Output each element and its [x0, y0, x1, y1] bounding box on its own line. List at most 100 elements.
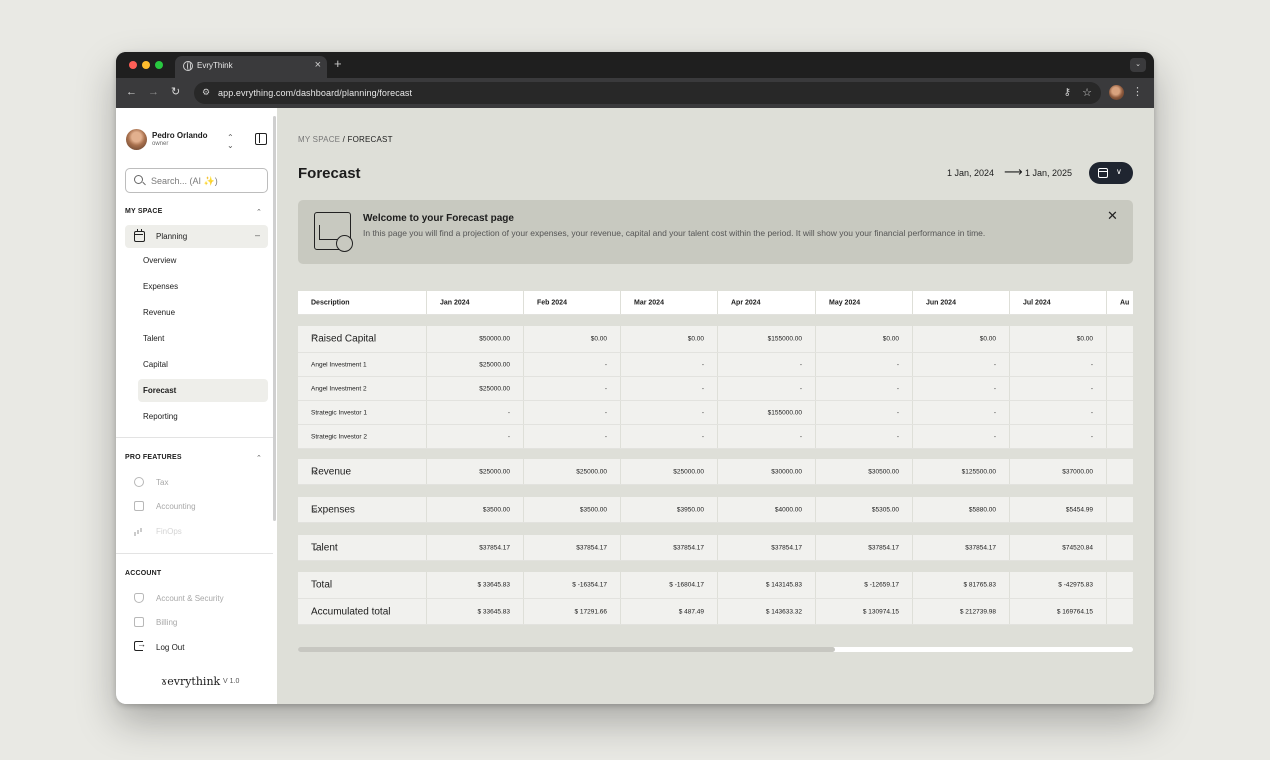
collapse-pro-icon[interactable]: ⌃: [256, 454, 262, 462]
search-input[interactable]: Search... (AI ✨): [125, 168, 268, 193]
page-title: Forecast: [298, 165, 361, 182]
user-avatar[interactable]: [126, 129, 147, 150]
table-row-talent[interactable]: Talent ⌄ $37854.17 $37854.17 $37854.17 $37854…: [298, 535, 1133, 561]
scrollbar-thumb[interactable]: [298, 647, 835, 652]
breadcrumb: MY SPACE / FORECAST: [298, 135, 393, 144]
cell-value: $25000.00: [673, 468, 704, 475]
reload-icon[interactable]: ↻: [171, 86, 180, 98]
tab-close-icon[interactable]: ×: [315, 59, 321, 71]
close-window-button[interactable]: [129, 61, 137, 69]
tab-search-button[interactable]: ⌄: [1130, 58, 1146, 72]
address-bar: ← → ↻ ⚙ app.evrything.com/dashboard/plan…: [116, 78, 1154, 108]
row-label-cell: Talent ⌄: [298, 535, 427, 560]
collapse-my-space-icon[interactable]: ⌃: [256, 208, 262, 216]
value-cell: -: [913, 401, 1010, 424]
value-cell: $ 130974.15: [816, 599, 913, 624]
bookmark-star-icon[interactable]: ☆: [1082, 86, 1092, 99]
row-label-cell: Expenses ⌄: [298, 497, 427, 522]
dollar-icon: [134, 477, 144, 487]
column-header: Feb 2024: [524, 291, 621, 314]
sidebar-item-tax[interactable]: Tax: [156, 478, 168, 487]
billing-icon: [134, 617, 144, 627]
key-icon[interactable]: ⚷: [1064, 87, 1071, 98]
sidebar-scrollbar[interactable]: [273, 116, 276, 521]
site-settings-icon[interactable]: ⚙: [202, 87, 210, 98]
cell-value: $30500.00: [868, 468, 899, 475]
table-row: Strategic Investor 1 - - - $155000.00 - - -: [298, 401, 1133, 425]
column-header-label: Jul 2024: [1023, 299, 1051, 306]
cell-value: $25000.00: [479, 361, 510, 368]
date-picker-button[interactable]: ∨: [1089, 162, 1133, 184]
chevron-down-icon[interactable]: ⌄: [311, 504, 319, 515]
browser-menu-icon[interactable]: ⋮: [1132, 85, 1143, 99]
cell-value: $37854.17: [965, 544, 996, 551]
sidebar-item-billing[interactable]: Billing: [156, 618, 177, 627]
welcome-banner: Welcome to your Forecast page In this pa…: [298, 200, 1133, 264]
url-field[interactable]: ⚙ app.evrything.com/dashboard/planning/f…: [194, 82, 1101, 104]
sidebar-item-revenue[interactable]: Revenue: [143, 308, 175, 317]
logout-button[interactable]: Log Out: [156, 643, 184, 652]
minimize-window-button[interactable]: [142, 61, 150, 69]
sidebar-item-planning[interactable]: Planning –: [125, 225, 268, 248]
row-label-cell: Strategic Investor 2: [298, 425, 427, 448]
value-cell: -: [913, 425, 1010, 448]
sidebar: Pedro Orlando owner ⌃ ⌄ Search... (AI ✨) …: [116, 108, 277, 704]
breadcrumb-current: FORECAST: [347, 135, 393, 144]
sidebar-item-reporting[interactable]: Reporting: [143, 412, 178, 421]
chevron-up-icon[interactable]: ⌃: [311, 334, 319, 345]
row-label-cell: Raised Capital ⌃: [298, 326, 427, 352]
sidebar-item-expenses[interactable]: Expenses: [143, 282, 178, 291]
new-tab-button[interactable]: +: [334, 57, 342, 71]
sidebar-item-overview[interactable]: Overview: [143, 256, 176, 265]
column-header-label: Description: [311, 299, 350, 306]
close-banner-icon[interactable]: ✕: [1107, 208, 1118, 224]
chevron-down-icon[interactable]: ⌄: [311, 466, 319, 477]
table-row-revenue[interactable]: Revenue ⌄ $25000.00 $25000.00 $25000.00 $3000…: [298, 459, 1133, 485]
cell-value: $74520.84: [1062, 544, 1093, 551]
sidebar-item-finops[interactable]: FinOps: [156, 527, 182, 536]
column-header-label: Mar 2024: [634, 299, 664, 306]
profile-avatar-icon[interactable]: [1109, 85, 1124, 100]
sidebar-item-forecast[interactable]: Forecast: [143, 386, 176, 395]
row-label-cell: Accumulated total: [298, 599, 427, 624]
cell-value: $0.00: [979, 335, 996, 343]
sidebar-item-talent[interactable]: Talent: [143, 334, 164, 343]
cell-value: $5880.00: [968, 506, 996, 513]
value-cell: -: [816, 401, 913, 424]
value-cell: $0.00: [524, 326, 621, 352]
value-cell: -: [524, 425, 621, 448]
chevron-down-icon[interactable]: ⌄: [311, 542, 319, 553]
cell-value: $50000.00: [479, 335, 510, 343]
table-row: Angel Investment 1 $25000.00 - - - - - -: [298, 353, 1133, 377]
forecast-chart-icon: [314, 212, 353, 252]
value-cell: $25000.00: [621, 459, 718, 484]
toggle-sidebar-icon[interactable]: [255, 133, 267, 145]
back-icon[interactable]: ←: [126, 86, 137, 98]
user-switcher-icon[interactable]: ⌃ ⌄: [227, 134, 234, 150]
cell-value: -: [1090, 433, 1093, 440]
value-cell: -: [816, 377, 913, 400]
table-row-expenses[interactable]: Expenses ⌄ $3500.00 $3500.00 $3950.00 $4000.0…: [298, 497, 1133, 523]
column-header: Apr 2024: [718, 291, 816, 314]
cell-value: -: [507, 409, 510, 416]
sidebar-divider: [116, 437, 273, 438]
maximize-window-button[interactable]: [155, 61, 163, 69]
sidebar-item-capital[interactable]: Capital: [143, 360, 168, 369]
cell-value: $37854.17: [576, 544, 607, 551]
forward-icon[interactable]: →: [148, 86, 159, 98]
sidebar-item-account-security[interactable]: Account & Security: [156, 594, 224, 603]
cell-value: $37854.17: [479, 544, 510, 551]
value-cell: $30000.00: [718, 459, 816, 484]
sidebar-item-accounting[interactable]: Accounting: [156, 502, 196, 511]
browser-tab[interactable]: EvryThink ×: [175, 56, 327, 78]
value-cell: [1107, 572, 1133, 598]
row-label: Angel Investment 2: [311, 385, 367, 392]
table-row-accumulated-total: Accumulated total $ 33645.83 $ 17291.66 $ 4…: [298, 599, 1133, 625]
user-name: Pedro Orlando: [152, 131, 208, 140]
collapse-planning-icon[interactable]: –: [255, 230, 260, 240]
value-cell: -: [913, 377, 1010, 400]
table-row-raised-capital[interactable]: Raised Capital ⌃ $50000.00 $0.00 $0.00 $15500…: [298, 326, 1133, 353]
cell-value: $ 33645.83: [477, 581, 510, 589]
breadcrumb-parent[interactable]: MY SPACE: [298, 135, 340, 144]
table-horizontal-scrollbar[interactable]: [298, 647, 1133, 652]
